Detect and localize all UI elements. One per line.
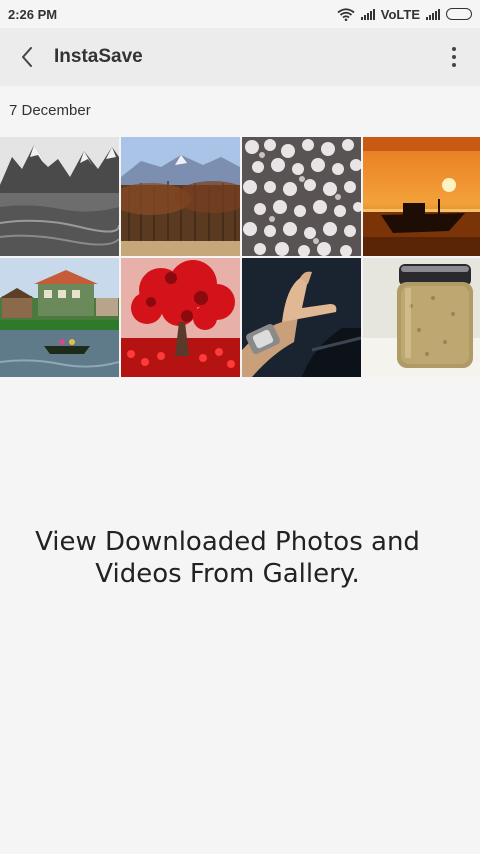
hand-watch-image bbox=[242, 258, 361, 377]
back-arrow-icon bbox=[22, 47, 32, 67]
red-tree-image bbox=[121, 258, 240, 377]
status-icons: VoLTE bbox=[337, 7, 472, 22]
blossoms-image bbox=[242, 137, 361, 256]
signal-icon bbox=[360, 8, 375, 20]
overflow-menu-icon bbox=[452, 47, 456, 67]
network-type-label: VoLTE bbox=[380, 6, 420, 22]
jar-image bbox=[363, 258, 480, 377]
photo-thumbnail[interactable] bbox=[121, 137, 240, 256]
empty-state-message: View Downloaded Photos and Videos From G… bbox=[0, 526, 455, 590]
photo-thumbnail[interactable] bbox=[0, 258, 119, 377]
photo-thumbnail[interactable] bbox=[121, 258, 240, 377]
status-time: 2:26 PM bbox=[8, 6, 58, 22]
back-button[interactable] bbox=[0, 28, 54, 86]
photo-thumbnail[interactable] bbox=[242, 137, 361, 256]
sunset-boat-image bbox=[363, 137, 480, 256]
signal-icon bbox=[426, 8, 440, 20]
status-bar: 2:26 PM VoLTE bbox=[0, 0, 480, 28]
photo-thumbnail[interactable] bbox=[363, 137, 480, 256]
photo-thumbnail[interactable] bbox=[363, 258, 480, 377]
overflow-menu-button[interactable] bbox=[434, 28, 474, 86]
photo-grid bbox=[0, 137, 480, 377]
autumn-forest-image bbox=[121, 137, 240, 256]
app-bar: InstaSave bbox=[0, 28, 480, 86]
screen: 2:26 PM VoLTE InstaSave 7 December View … bbox=[0, 0, 480, 854]
message-line-2: Videos From Gallery. bbox=[95, 559, 360, 589]
battery-icon bbox=[446, 8, 472, 20]
wifi-icon bbox=[337, 7, 355, 21]
page-title: InstaSave bbox=[54, 46, 143, 67]
photo-thumbnail[interactable] bbox=[0, 137, 119, 256]
mountain-lake-image bbox=[0, 137, 119, 256]
date-header: 7 December bbox=[9, 102, 91, 119]
message-line-1: View Downloaded Photos and bbox=[35, 527, 420, 557]
houseboat-river-image bbox=[0, 258, 119, 377]
photo-thumbnail[interactable] bbox=[242, 258, 361, 377]
